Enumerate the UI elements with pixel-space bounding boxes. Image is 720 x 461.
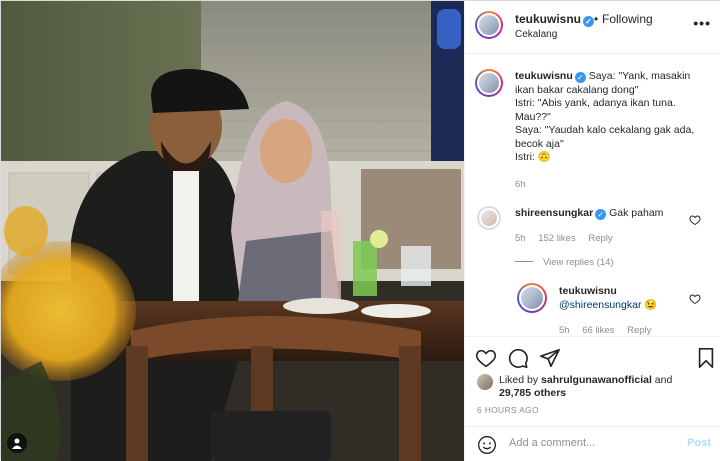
post-photo-image	[1, 1, 464, 461]
instagram-post-window: teukuwisnu ✓ • Following Cekalang ••• teu…	[0, 0, 720, 461]
post-actions: Liked by sahrulgunawanofficial and 29,78…	[465, 336, 720, 431]
post-header: teukuwisnu ✓ • Following Cekalang •••	[465, 1, 720, 54]
author-avatar[interactable]	[475, 11, 503, 39]
post-details-panel: teukuwisnu ✓ • Following Cekalang ••• teu…	[464, 1, 720, 461]
save-bookmark-icon[interactable]	[695, 347, 717, 369]
add-comment-input[interactable]: Add a comment...	[509, 437, 595, 449]
commenter-avatar[interactable]	[477, 206, 501, 230]
reply-emoji: 😉	[644, 298, 658, 311]
comment-bubble-icon[interactable]	[507, 347, 529, 369]
comment-reply-button[interactable]: Reply	[588, 233, 612, 244]
divider-line	[515, 261, 533, 262]
comment-meta: 5h 152 likes Reply	[515, 233, 623, 244]
caption-username[interactable]: teukuwisnu	[515, 70, 573, 82]
caption-line: becok aja"	[515, 137, 564, 150]
separator-dot: •	[594, 12, 599, 26]
view-replies-button[interactable]: View replies (14)	[515, 257, 614, 268]
post-photo[interactable]	[1, 1, 464, 461]
verified-badge-icon: ✓	[574, 72, 586, 83]
comment-likes[interactable]: 152 likes	[538, 233, 576, 244]
liker-avatar[interactable]	[477, 374, 493, 390]
comment-time[interactable]: 5h	[515, 233, 526, 244]
follow-button[interactable]: Following	[602, 12, 653, 26]
comment-body: Gak paham	[609, 207, 664, 219]
reply-like-heart-icon[interactable]	[689, 293, 701, 305]
share-paper-plane-icon[interactable]	[539, 347, 561, 369]
reply-mention-link[interactable]: @shireensungkar	[559, 299, 641, 311]
caption-line: ikan bakar cakalang dong"	[515, 83, 639, 96]
comment-text: shireensungkar ✓ Gak paham	[515, 207, 685, 221]
caption-line: Saya: "Yank, masakin	[588, 70, 691, 82]
reply-likes[interactable]: 66 likes	[582, 325, 614, 336]
add-comment-bar: Add a comment... Post	[465, 426, 720, 461]
commenter-username[interactable]: shireensungkar	[515, 207, 593, 219]
reply-reply-button[interactable]: Reply	[627, 325, 651, 336]
emoji-smiley-icon[interactable]	[477, 435, 497, 455]
caption-author-avatar[interactable]	[475, 69, 503, 97]
reply-author-avatar[interactable]	[517, 283, 547, 313]
post-comment-button[interactable]: Post	[687, 437, 711, 449]
caption-text: teukuwisnu ✓ Saya: "Yank, masakin ikan ba…	[515, 70, 711, 165]
author-username[interactable]: teukuwisnu ✓	[515, 12, 595, 27]
caption-line: Mau??"	[515, 110, 551, 123]
reply-time[interactable]: 5h	[559, 325, 570, 336]
caption-time[interactable]: 6h	[515, 179, 536, 190]
verified-badge-icon: ✓	[595, 209, 607, 220]
reply-username[interactable]: teukuwisnu	[559, 285, 617, 297]
post-timestamp[interactable]: 6 HOURS AGO	[477, 405, 539, 415]
person-icon	[12, 438, 22, 449]
reply-text: teukuwisnu @shireensungkar 😉	[559, 285, 689, 312]
reply-meta: 5h 66 likes Reply	[559, 325, 661, 336]
verified-badge-icon: ✓	[583, 16, 595, 27]
user-tag-button[interactable]	[7, 433, 27, 453]
more-options-icon[interactable]: •••	[693, 15, 711, 31]
comments-section: teukuwisnu ✓ Saya: "Yank, masakin ikan ba…	[465, 55, 720, 336]
caption-line: Saya: "Yaudah kalo cekalang gak ada,	[515, 124, 695, 136]
caption-line: Istri: "Abis yank, adanya ikan tuna.	[515, 97, 676, 109]
liker-username[interactable]: sahrulgunawanofficial	[541, 374, 652, 386]
like-heart-icon[interactable]	[475, 347, 497, 369]
likes-summary[interactable]: Liked by sahrulgunawanofficial and 29,78…	[499, 374, 709, 400]
caption-line: Istri: 🙃	[515, 151, 551, 163]
comment-like-heart-icon[interactable]	[689, 214, 701, 226]
likes-count[interactable]: 29,785 others	[499, 387, 566, 399]
location-link[interactable]: Cekalang	[515, 29, 557, 40]
